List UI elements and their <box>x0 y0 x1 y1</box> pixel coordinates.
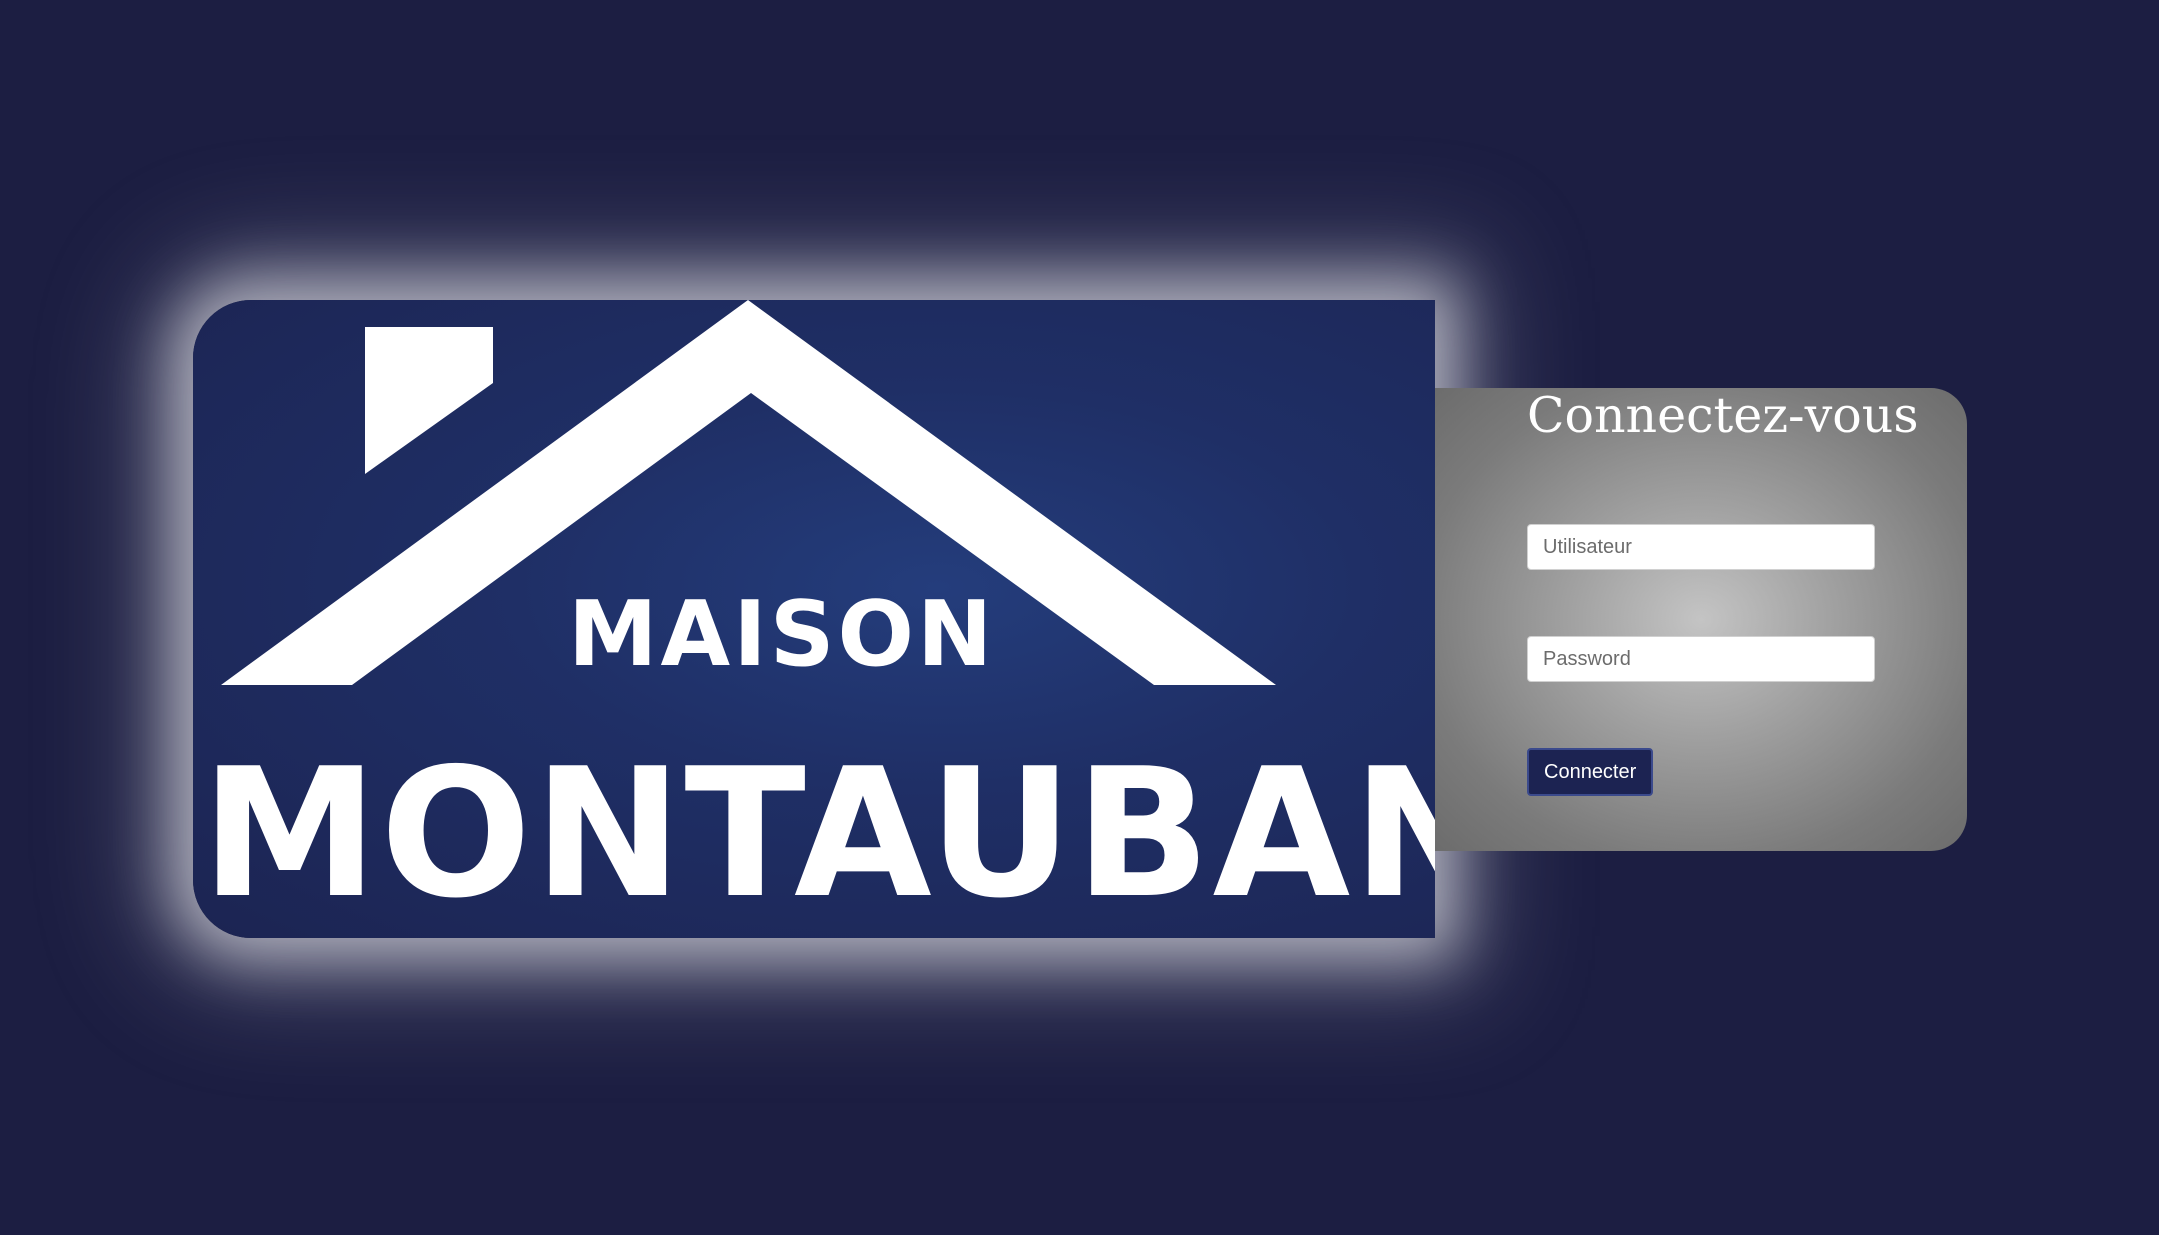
password-input[interactable] <box>1527 636 1875 682</box>
login-title: Connectez-vous <box>1527 387 1919 444</box>
brand-logo: MAISON MONTAUBAN <box>193 300 1435 938</box>
login-form: Connectez-vous Connecter <box>1435 388 1967 851</box>
logo-text-montauban: MONTAUBAN <box>201 730 1435 937</box>
logo-text-maison: MAISON <box>568 582 996 687</box>
username-input[interactable] <box>1527 524 1875 570</box>
connect-button[interactable]: Connecter <box>1527 748 1654 796</box>
login-page: MAISON MONTAUBAN Connectez-vous Connecte… <box>0 0 2159 1235</box>
